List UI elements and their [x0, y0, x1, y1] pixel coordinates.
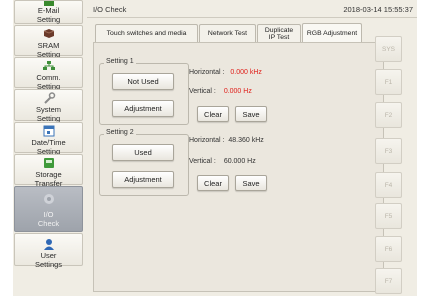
sidebar-item-storage-transfer[interactable]: Storage Transfer: [14, 154, 83, 187]
user-icon: [15, 238, 82, 252]
sidebar-item-label: System Setting: [35, 105, 61, 123]
function-key-f3[interactable]: F3: [375, 138, 402, 164]
date-time-display: 2018-03-14 15:55:37: [343, 5, 413, 14]
setting-2-used-button[interactable]: Used: [112, 144, 174, 161]
setting-1-clear-button[interactable]: Clear: [197, 106, 229, 122]
tab-touch-switches-and-media[interactable]: Touch switches and media: [95, 24, 198, 43]
sidebar-item-comm-setting[interactable]: Comm. Setting: [14, 57, 83, 90]
vertical-label: Vertical :: [189, 158, 216, 165]
setting-2-save-button[interactable]: Save: [235, 175, 267, 191]
setting-1-adjustment-button[interactable]: Adjustment: [112, 100, 174, 117]
sidebar-item-user-settings[interactable]: User Settings: [14, 233, 83, 269]
tab-network-test[interactable]: Network Test: [199, 24, 256, 43]
setting-1-save-button[interactable]: Save: [235, 106, 267, 122]
storage-icon: [15, 157, 82, 171]
function-key-f5[interactable]: F5: [375, 203, 402, 229]
sidebar-item-system-setting[interactable]: System Setting: [14, 89, 83, 123]
horizontal-label: Horizontal :: [189, 69, 225, 76]
function-key-f4[interactable]: F4: [375, 172, 402, 198]
sidebar-item-label: I/O Check: [37, 210, 60, 228]
sidebar-item-email-setting[interactable]: E-Mail Setting: [14, 0, 83, 24]
vertical-value: 60.000 Hz: [223, 158, 256, 165]
setting-1-not-used-button[interactable]: Not Used: [112, 73, 174, 90]
setting-1-title: Setting 1: [104, 58, 136, 65]
sidebar-item-date-time-setting[interactable]: Date/Time Setting: [14, 122, 83, 155]
sidebar-item-io-check[interactable]: I/O Check: [14, 186, 83, 232]
tab-label: Duplicate IP Test: [264, 26, 294, 42]
sidebar-item-sram-setting[interactable]: SRAM Setting: [14, 25, 83, 58]
tab-duplicate-ip-test[interactable]: Duplicate IP Test: [257, 24, 301, 43]
setting-2-adjustment-button[interactable]: Adjustment: [112, 171, 174, 188]
setting-1-horizontal: Horizontal : 0.000 kHz: [189, 69, 262, 76]
horizontal-value: 48.360 kHz: [228, 137, 264, 144]
network-icon: [15, 60, 82, 74]
setting-1-vertical: Vertical : 0.000 Hz: [189, 88, 252, 95]
sidebar-item-label: User Settings: [34, 251, 63, 269]
tab-label: RGB Adjustment: [306, 29, 358, 37]
tab-label: Touch switches and media: [106, 30, 187, 38]
sidebar-item-label: E-Mail Setting: [36, 6, 61, 24]
title-bar: I/O Check 2018-03-14 15:55:37: [87, 0, 417, 18]
setting-1-group: Setting 1 Not Used Adjustment: [99, 58, 189, 125]
function-key-f7[interactable]: F7: [375, 268, 402, 294]
calendar-icon: [15, 125, 82, 139]
setting-2-horizontal: Horizontal : 48.360 kHz: [189, 137, 264, 144]
sram-card-icon: [15, 28, 82, 42]
page-title: I/O Check: [93, 5, 127, 14]
wrench-icon: [15, 92, 82, 106]
function-key-f1[interactable]: F1: [375, 69, 402, 95]
vertical-value: 0.000 Hz: [223, 88, 252, 95]
tab-rgb-adjustment[interactable]: RGB Adjustment: [302, 23, 362, 43]
setting-2-group: Setting 2 Used Adjustment: [99, 129, 189, 196]
vertical-label: Vertical :: [189, 88, 216, 95]
setting-2-title: Setting 2: [104, 129, 136, 136]
horizontal-value: 0.000 kHz: [230, 69, 262, 76]
horizontal-label: Horizontal :: [189, 137, 225, 144]
tab-label: Network Test: [207, 30, 248, 38]
function-key-f6[interactable]: F6: [375, 236, 402, 262]
sidebar: E-Mail Setting SRAM Setting Comm. Settin…: [13, 0, 85, 296]
setting-2-vertical: Vertical : 60.000 Hz: [189, 158, 256, 165]
device-screen: E-Mail Setting SRAM Setting Comm. Settin…: [13, 0, 417, 296]
function-key-f2[interactable]: F2: [375, 102, 402, 128]
io-check-icon: [15, 193, 82, 207]
setting-2-clear-button[interactable]: Clear: [197, 175, 229, 191]
function-key-sys[interactable]: SYS: [375, 36, 402, 62]
